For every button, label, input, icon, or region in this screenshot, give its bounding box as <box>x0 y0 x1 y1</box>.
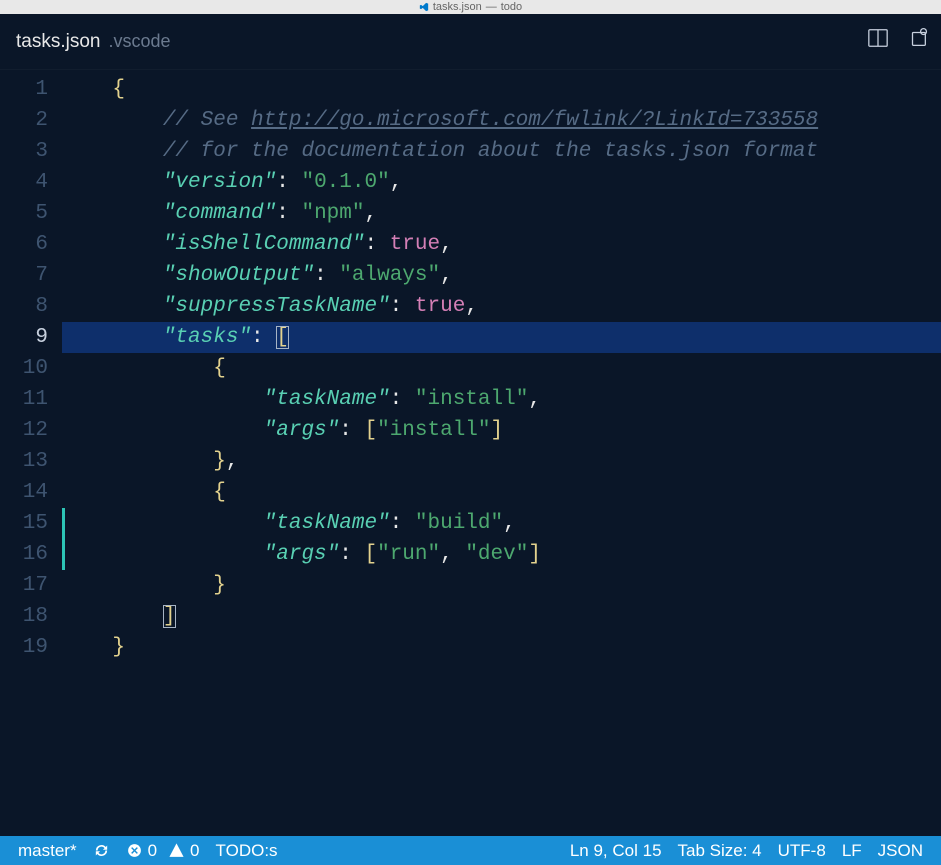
eol[interactable]: LF <box>834 841 870 861</box>
code-line[interactable]: } <box>62 570 941 601</box>
code-line[interactable]: { <box>62 353 941 384</box>
line-gutter: 12345678910111213141516171819 <box>0 70 62 836</box>
tab-filename: tasks.json <box>16 31 100 53</box>
code-area[interactable]: { // See http://go.microsoft.com/fwlink/… <box>62 70 941 836</box>
line-number: 17 <box>0 570 48 601</box>
line-number: 10 <box>0 353 48 384</box>
todos[interactable]: TODO:s <box>208 836 286 865</box>
sync-icon <box>93 842 110 859</box>
split-editor-icon[interactable] <box>867 27 889 56</box>
line-number: 7 <box>0 260 48 291</box>
line-number: 4 <box>0 167 48 198</box>
code-line[interactable]: } <box>62 632 941 663</box>
code-line[interactable]: "command": "npm", <box>62 198 941 229</box>
status-bar: master* 0 0 TODO:s Ln 9, Col 15 Tab Size… <box>0 836 941 865</box>
git-branch[interactable]: master* <box>10 836 85 865</box>
cursor <box>276 326 289 349</box>
line-number: 6 <box>0 229 48 260</box>
language-mode[interactable]: JSON <box>870 841 931 861</box>
line-number: 19 <box>0 632 48 663</box>
code-line[interactable]: // See http://go.microsoft.com/fwlink/?L… <box>62 105 941 136</box>
code-line[interactable]: }, <box>62 446 941 477</box>
code-line[interactable]: "isShellCommand": true, <box>62 229 941 260</box>
line-number: 5 <box>0 198 48 229</box>
line-number: 8 <box>0 291 48 322</box>
problems[interactable]: 0 0 <box>118 836 208 865</box>
editor[interactable]: 12345678910111213141516171819 { // See h… <box>0 70 941 836</box>
tab-size[interactable]: Tab Size: 4 <box>670 841 770 861</box>
line-number: 3 <box>0 136 48 167</box>
code-line[interactable]: { <box>62 74 941 105</box>
tab-tasks-json[interactable]: tasks.json .vscode <box>16 31 171 53</box>
error-icon <box>126 842 143 859</box>
code-line[interactable]: // for the documentation about the tasks… <box>62 136 941 167</box>
code-line[interactable]: "showOutput": "always", <box>62 260 941 291</box>
cursor-position[interactable]: Ln 9, Col 15 <box>562 841 670 861</box>
show-opened-editors-icon[interactable] <box>907 27 929 56</box>
code-line[interactable]: "tasks": [ <box>62 322 941 353</box>
code-line[interactable]: "args": ["install"] <box>62 415 941 446</box>
line-number: 11 <box>0 384 48 415</box>
code-line[interactable]: "version": "0.1.0", <box>62 167 941 198</box>
line-number: 16 <box>0 539 48 570</box>
code-line[interactable]: ] <box>62 601 941 632</box>
line-number: 14 <box>0 477 48 508</box>
tab-folder: .vscode <box>108 31 170 52</box>
code-line[interactable]: { <box>62 477 941 508</box>
git-sync[interactable] <box>85 836 118 865</box>
title-filename: tasks.json <box>433 1 482 13</box>
vscode-icon <box>419 2 429 12</box>
line-number: 13 <box>0 446 48 477</box>
code-line[interactable]: "args": ["run", "dev"] <box>62 539 941 570</box>
code-line[interactable]: "suppressTaskName": true, <box>62 291 941 322</box>
encoding[interactable]: UTF-8 <box>770 841 834 861</box>
line-number: 18 <box>0 601 48 632</box>
line-number: 12 <box>0 415 48 446</box>
code-line[interactable]: "taskName": "install", <box>62 384 941 415</box>
line-number: 9 <box>0 322 48 353</box>
title-project: todo <box>501 1 522 13</box>
warning-icon <box>168 842 185 859</box>
code-line[interactable]: "taskName": "build", <box>62 508 941 539</box>
line-number: 15 <box>0 508 48 539</box>
tab-bar: tasks.json .vscode <box>0 14 941 70</box>
window-titlebar: tasks.json — todo <box>0 0 941 14</box>
bracket-match <box>163 605 176 628</box>
line-number: 1 <box>0 74 48 105</box>
git-modified-indicator <box>62 508 65 570</box>
line-number: 2 <box>0 105 48 136</box>
